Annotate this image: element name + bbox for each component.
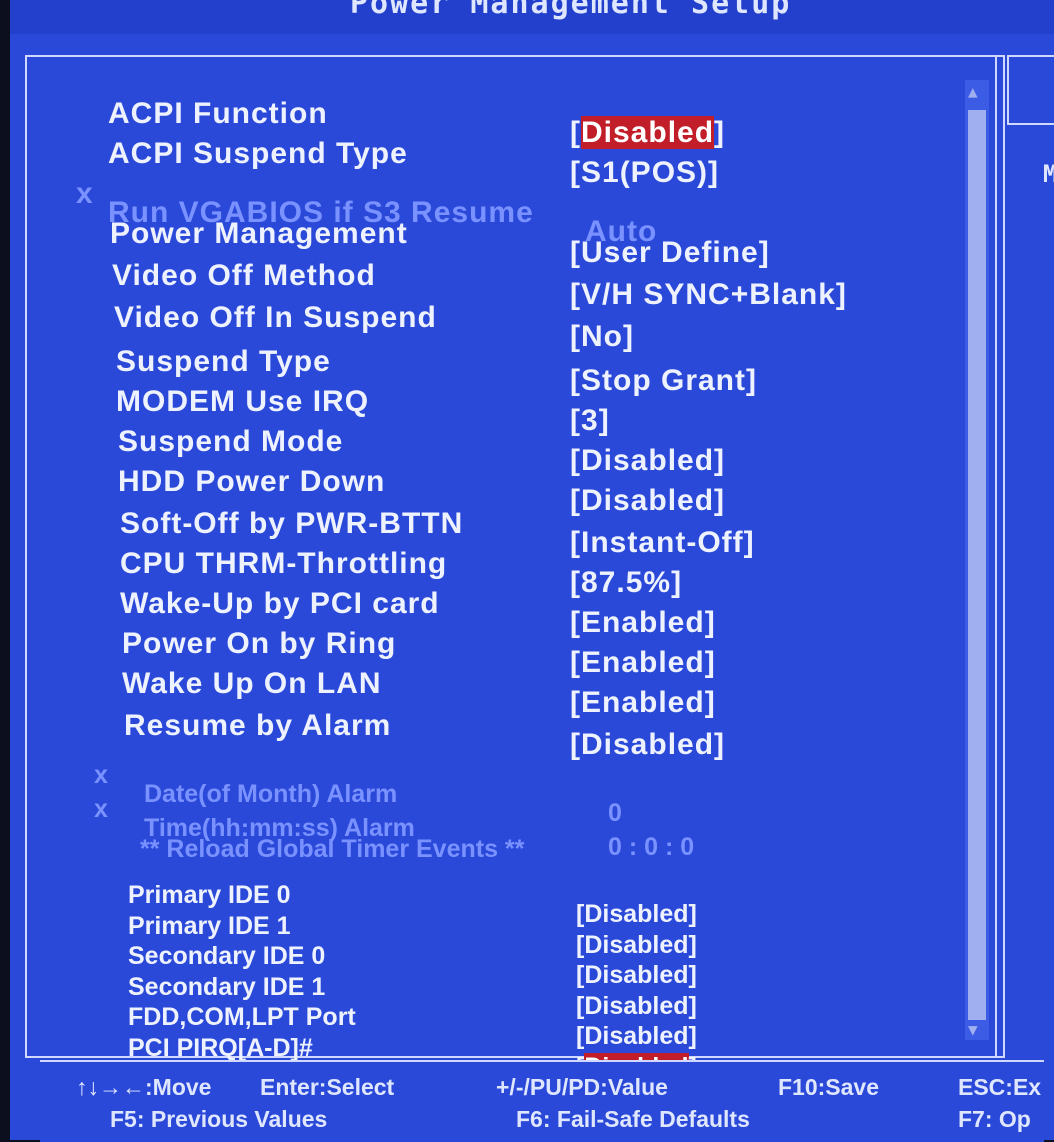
- setting-label: ACPI Suspend Type: [108, 137, 408, 170]
- scrollbar-thumb[interactable]: [968, 110, 986, 1020]
- setting-label: PCI PIRQ[A-D]#: [128, 1034, 313, 1062]
- disabled-marker: x: [94, 795, 108, 823]
- setting-value[interactable]: [Enabled]: [570, 686, 716, 720]
- setting-value[interactable]: [Disabled]: [570, 484, 725, 518]
- setting-label: Power On by Ring: [122, 627, 397, 660]
- setting-row-disabled: x Time(hh:mm:ss) Alarm 0 : 0 : 0: [10, 776, 694, 871]
- setting-label: HDD Power Down: [118, 465, 386, 498]
- setting-value[interactable]: [Disabled]: [570, 728, 725, 762]
- setting-label: Video Off Method: [112, 259, 376, 292]
- setting-label: CPU THRM-Throttling: [120, 547, 448, 580]
- setting-value[interactable]: [Disabled]: [576, 931, 697, 960]
- setting-value: 0 : 0 : 0: [608, 833, 695, 861]
- setting-label: Power Management: [110, 217, 408, 250]
- setting-value[interactable]: [Disabled]: [576, 900, 697, 929]
- help-pane-text: M: [1043, 160, 1054, 188]
- setting-value[interactable]: [Disabled]: [576, 1022, 697, 1051]
- setting-label: Wake Up On LAN: [122, 667, 382, 700]
- setting-label: Resume by Alarm: [124, 709, 392, 742]
- key-hint-select: Enter:Select: [260, 1074, 395, 1100]
- scroll-down-arrow-icon[interactable]: ▼: [968, 1020, 978, 1039]
- setting-value[interactable]: [Instant-Off]: [570, 526, 755, 560]
- setting-label: FDD,COM,LPT Port: [128, 1003, 356, 1031]
- setting-value[interactable]: [Disabled]: [570, 116, 725, 150]
- key-hint-value: +/-/PU/PD:Value: [496, 1074, 668, 1100]
- key-hint-save: F10:Save: [778, 1074, 880, 1100]
- setting-value[interactable]: [Enabled]: [570, 606, 716, 640]
- title-bar: Power Management Setup: [10, 0, 1054, 34]
- disabled-marker: x: [94, 761, 108, 789]
- key-hint-failsafe: F6: Fail-Safe Defaults: [516, 1106, 750, 1132]
- setting-value[interactable]: [Stop Grant]: [570, 364, 757, 398]
- key-hint-optimized: F7: Op: [958, 1106, 1031, 1132]
- setting-value[interactable]: [V/H SYNC+Blank]: [570, 278, 847, 312]
- setting-value[interactable]: [User Define]: [570, 236, 770, 270]
- setting-value[interactable]: [3]: [570, 404, 610, 438]
- setting-value[interactable]: [Disabled]: [576, 992, 697, 1021]
- setting-label: Soft-Off by PWR-BTTN: [120, 507, 464, 540]
- panel-divider: [995, 55, 997, 1058]
- scroll-up-arrow-icon[interactable]: ▲: [968, 82, 978, 101]
- setting-label: Secondary IDE 0: [128, 942, 326, 970]
- setting-value[interactable]: [S1(POS)]: [570, 156, 719, 190]
- setting-label: Suspend Mode: [118, 425, 344, 458]
- item-help-pane: [1007, 55, 1054, 125]
- setting-value[interactable]: [Enabled]: [570, 646, 716, 680]
- setting-label: MODEM Use IRQ: [116, 385, 370, 418]
- setting-label: Primary IDE 0: [128, 881, 291, 909]
- disabled-marker: x: [76, 177, 104, 210]
- page-title: Power Management Setup: [350, 0, 792, 21]
- bios-screen: Power Management Setup M ▲ ▼ ACPI Functi…: [10, 0, 1054, 1140]
- setting-label: Suspend Type: [116, 345, 331, 378]
- setting-label: Date(of Month) Alarm: [144, 780, 398, 808]
- key-hint-move: ↑↓→←:Move: [76, 1074, 212, 1100]
- setting-label: Secondary IDE 1: [128, 973, 326, 1001]
- setting-value[interactable]: [87.5%]: [570, 566, 682, 600]
- section-header: ** Reload Global Timer Events **: [140, 835, 525, 863]
- key-help-bar: ↑↓→←:Move Enter:Select +/-/PU/PD:Value F…: [40, 1060, 1044, 1142]
- setting-value: 0: [608, 799, 622, 827]
- setting-value[interactable]: [Disabled]: [576, 961, 697, 990]
- setting-label: Video Off In Suspend: [114, 301, 437, 334]
- setting-label: Primary IDE 1: [128, 912, 291, 940]
- setting-value[interactable]: [Disabled]: [570, 444, 725, 478]
- key-hint-exit: ESC:Ex: [958, 1074, 1042, 1100]
- setting-value[interactable]: [No]: [570, 320, 634, 354]
- setting-label: ACPI Function: [108, 97, 328, 130]
- key-hint-previous: F5: Previous Values: [110, 1106, 328, 1132]
- setting-label: Wake-Up by PCI card: [120, 587, 440, 620]
